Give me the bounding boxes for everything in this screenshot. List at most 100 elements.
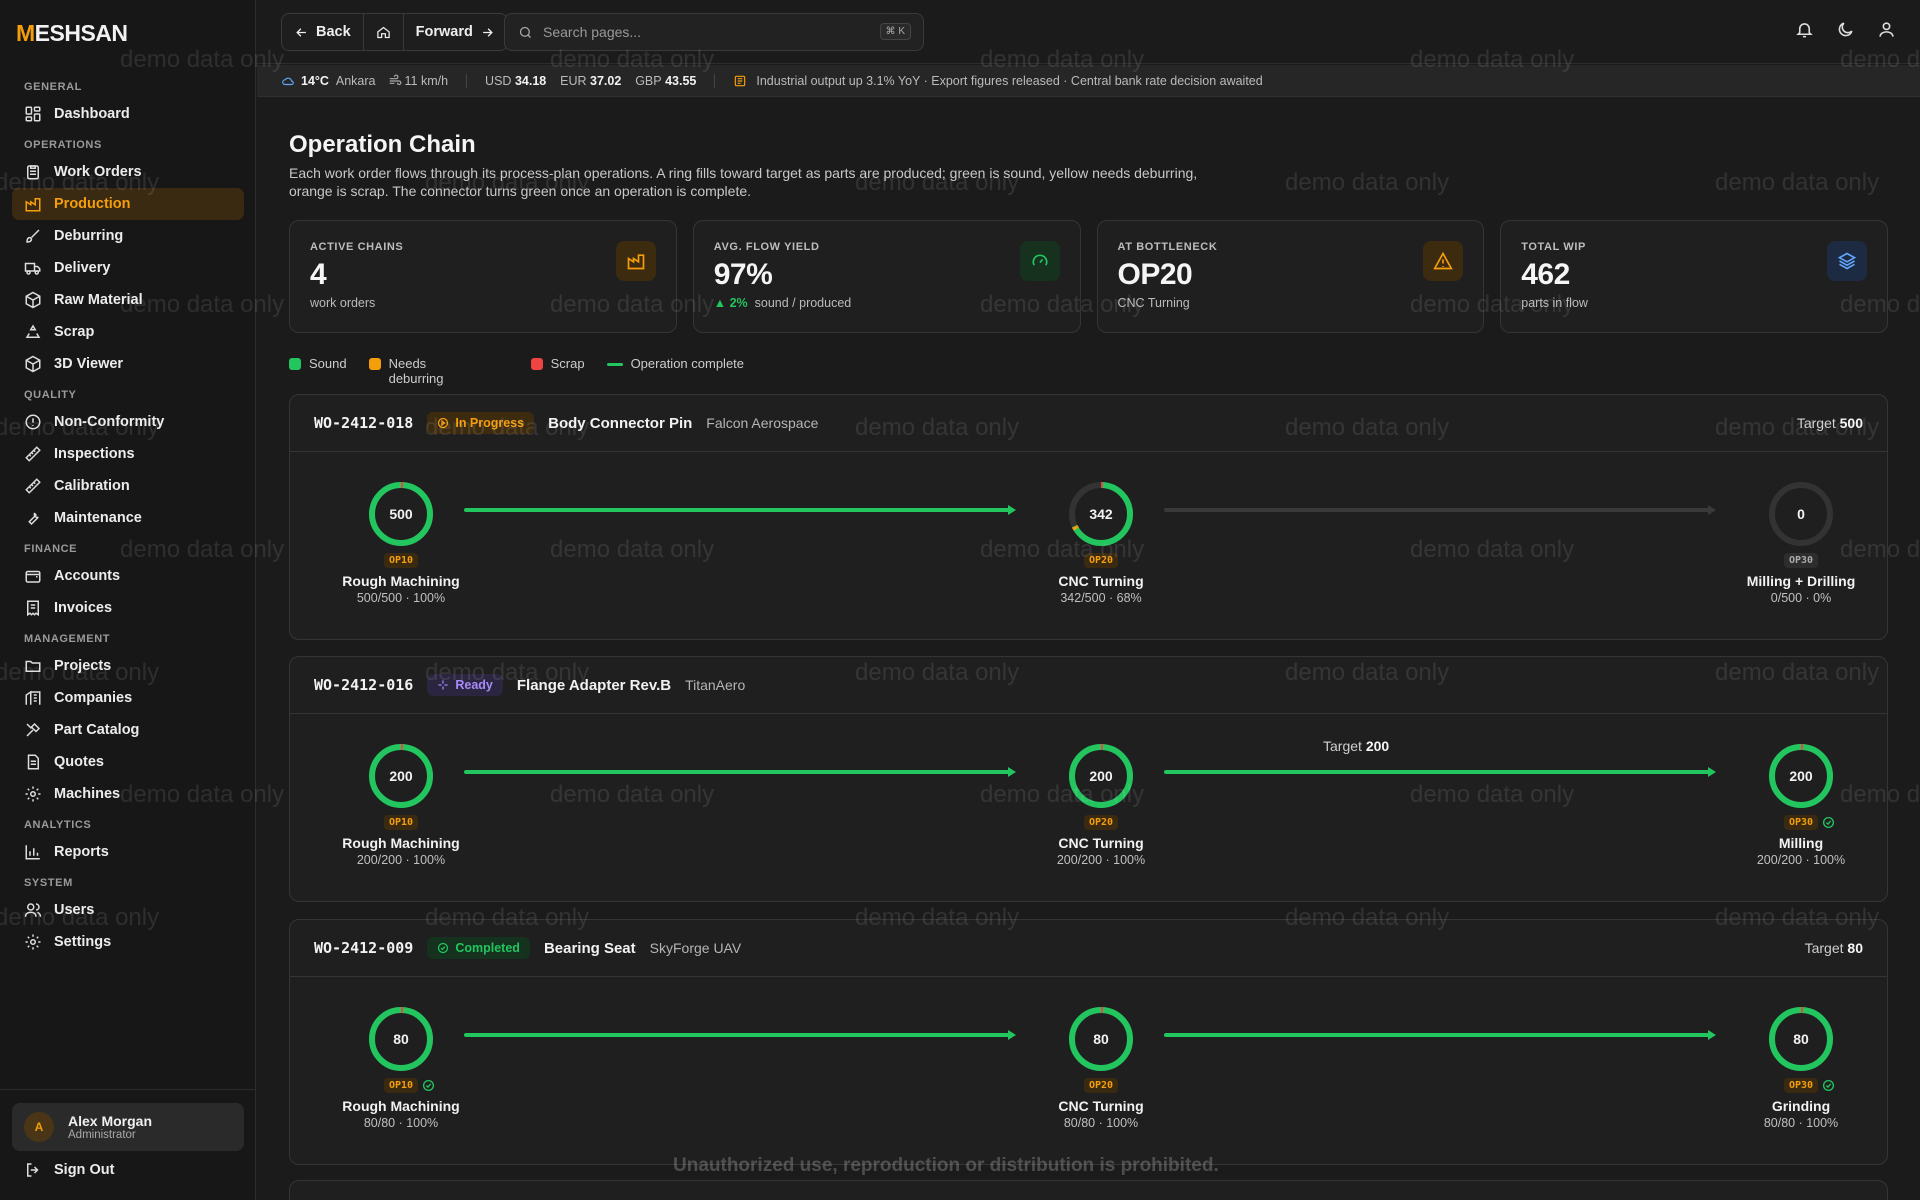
cloud-icon	[281, 74, 295, 88]
home-button[interactable]	[364, 14, 404, 50]
company-name: Falcon Aerospace	[706, 415, 819, 431]
sidebar-item-production[interactable]: Production	[12, 188, 244, 220]
watermark: demo data only	[1285, 169, 1450, 196]
forward-label: Forward	[415, 24, 473, 40]
status-badge: In Progress	[427, 412, 535, 434]
back-button[interactable]: Back	[282, 14, 364, 50]
target-count: Target 200	[1323, 738, 1390, 754]
search-shortcut: ⌘ K	[879, 23, 911, 40]
sidebar-item-accounts[interactable]: Accounts	[12, 560, 244, 592]
ring-value: 80	[1093, 1031, 1109, 1047]
forward-button[interactable]: Forward	[404, 14, 507, 50]
sidebar-item-delivery[interactable]: Delivery	[12, 252, 244, 284]
operation-node[interactable]: 200 OP30 Milling 200/200 · 100%	[1726, 741, 1876, 867]
ring-value: 342	[1089, 506, 1113, 522]
user-role: Administrator	[68, 1129, 136, 1141]
operation-node[interactable]: 200 OP10 Rough Machining 200/200 · 100%	[326, 741, 476, 867]
legend-needs-deburring: Needs deburring	[368, 356, 509, 386]
search-box[interactable]: ⌘ K	[504, 13, 924, 51]
operation-name: Milling	[1778, 835, 1824, 851]
ring-value: 200	[389, 768, 413, 784]
sidebar-item-scrap[interactable]: Scrap	[12, 316, 244, 348]
operation-connector	[464, 767, 1016, 777]
sidebar-item-maintenance[interactable]: Maintenance	[12, 502, 244, 534]
search-input[interactable]	[543, 24, 873, 40]
kpi-sub: CNC Turning	[1117, 296, 1190, 310]
sidebar-item-inspections[interactable]: Inspections	[12, 438, 244, 470]
sidebar-item-non-conformity[interactable]: Non-Conformity	[12, 406, 244, 438]
sidebar-item-dashboard[interactable]: Dashboard	[12, 98, 244, 130]
chain-card[interactable]: WO-2412-009 Completed Bearing Seat SkyFo…	[289, 919, 1888, 1165]
work-order-id[interactable]: WO-2412-016	[314, 676, 413, 694]
sign-out-button[interactable]: Sign Out	[12, 1154, 244, 1186]
sidebar-item-users[interactable]: Users	[12, 894, 244, 926]
layers-icon	[1827, 241, 1867, 281]
section-quality: QUALITY	[24, 389, 77, 401]
sidebar-item-deburring[interactable]: Deburring	[12, 220, 244, 252]
section-finance: FINANCE	[24, 543, 78, 555]
sidebar-item-work-orders[interactable]: Work Orders	[12, 156, 244, 188]
work-order-id[interactable]: WO-2412-009	[314, 939, 413, 957]
sidebar-item-machines[interactable]: Machines	[12, 778, 244, 810]
sidebar-item-projects[interactable]: Projects	[12, 650, 244, 682]
alert-circle-icon	[24, 413, 42, 431]
chain-card[interactable]: WO-2412-016 Ready Flange Adapter Rev.B T…	[289, 656, 1888, 902]
chain-header: WO-2412-018 In Progress Body Connector P…	[290, 395, 1887, 452]
sidebar-item-label: Calibration	[54, 478, 130, 494]
dashboard-icon	[24, 105, 42, 123]
sidebar-item-part-catalog[interactable]: Part Catalog	[12, 714, 244, 746]
weather-temp: 14°C	[301, 73, 329, 88]
operation-stat: 200/200 · 100%	[1056, 853, 1146, 867]
sign-out-label: Sign Out	[54, 1162, 115, 1178]
sidebar-item-label: Projects	[54, 658, 112, 674]
chain-card[interactable]: WO-2412-018 In Progress Body Connector P…	[289, 394, 1888, 640]
target-count: Target 80	[1804, 940, 1863, 956]
ring-value: 200	[1789, 768, 1813, 784]
operation-stat: 80/80 · 100%	[363, 1116, 439, 1130]
sidebar-item-3d-viewer[interactable]: 3D Viewer	[12, 348, 244, 380]
sidebar-item-quotes[interactable]: Quotes	[12, 746, 244, 778]
sidebar-item-invoices[interactable]: Invoices	[12, 592, 244, 624]
operation-node[interactable]: 80 OP30 Grinding 80/80 · 100%	[1726, 1004, 1876, 1130]
operation-name: Rough Machining	[342, 573, 460, 589]
operation-connector	[464, 1030, 1016, 1040]
kpi-sub: work orders	[310, 296, 376, 310]
sidebar-item-companies[interactable]: Companies	[12, 682, 244, 714]
usd-label: USD	[485, 73, 512, 88]
operation-node[interactable]: 200 OP20 CNC Turning 200/200 · 100%	[1026, 741, 1176, 867]
sidebar-item-label: Deburring	[54, 228, 124, 244]
user-card[interactable]: A Alex Morgan Administrator	[12, 1103, 244, 1151]
sidebar-item-calibration[interactable]: Calibration	[12, 470, 244, 502]
app-logo[interactable]: MESHSAN	[16, 20, 128, 47]
part-name: Body Connector Pin	[548, 414, 693, 432]
sidebar-item-label: Part Catalog	[54, 722, 140, 738]
sidebar-item-raw-material[interactable]: Raw Material	[12, 284, 244, 316]
operation-name: CNC Turning	[1058, 573, 1144, 589]
back-label: Back	[316, 24, 351, 40]
arrow-right-icon	[480, 25, 495, 40]
user-icon[interactable]	[1877, 20, 1896, 44]
chain-card	[289, 1180, 1888, 1200]
ring-value: 200	[1089, 768, 1113, 784]
operation-node[interactable]: 342 OP20 CNC Turning 342/500 · 68%	[1026, 479, 1176, 605]
topbar: Back Forward ⌘ K	[257, 0, 1920, 64]
bell-icon[interactable]	[1795, 20, 1814, 44]
operation-node[interactable]: 0 OP30 Milling + Drilling 0/500 · 0%	[1726, 479, 1876, 605]
divider	[466, 73, 468, 88]
watermark: demo data only	[1715, 169, 1880, 196]
operation-node[interactable]: 500 OP10 Rough Machining 500/500 · 100%	[326, 479, 476, 605]
sidebar-item-label: Dashboard	[54, 106, 130, 122]
ring-value: 500	[389, 506, 413, 522]
work-order-id[interactable]: WO-2412-018	[314, 414, 413, 432]
eur-label: EUR	[560, 73, 587, 88]
moon-icon[interactable]	[1836, 20, 1855, 44]
sidebar-item-label: Reports	[54, 844, 109, 860]
operation-node[interactable]: 80 OP20 CNC Turning 80/80 · 100%	[1026, 1004, 1176, 1130]
weather-wind: 11 km/h	[404, 73, 449, 88]
progress-ring: 0	[1769, 482, 1833, 546]
sidebar-item-reports[interactable]: Reports	[12, 836, 244, 868]
tools-icon	[24, 721, 42, 739]
receipt-icon	[24, 599, 42, 617]
operation-node[interactable]: 80 OP10 Rough Machining 80/80 · 100%	[326, 1004, 476, 1130]
sidebar-item-settings[interactable]: Settings	[12, 926, 244, 958]
